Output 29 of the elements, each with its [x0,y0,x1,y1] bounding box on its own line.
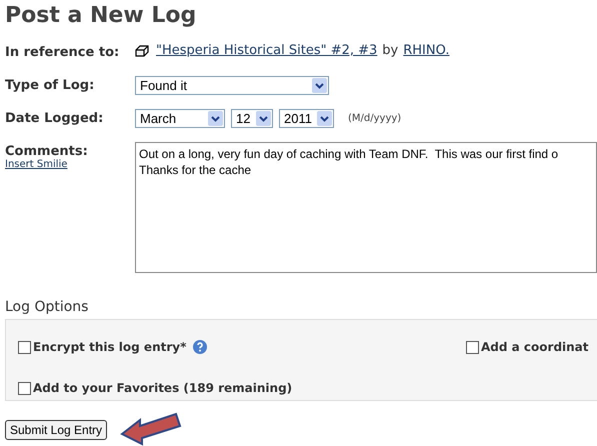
log-type-select[interactable]: Found it [135,76,329,95]
insert-smilie-link[interactable]: Insert Smilie [5,159,68,170]
checkbox[interactable] [18,382,31,394]
comments-field[interactable]: Out on a long, very fun day of caching with Team DNF. This was our first find o Thanks for the cache [135,142,597,273]
day-select[interactable]: 12 [231,109,273,128]
year-select[interactable]: 2011 [279,109,334,128]
box-icon [135,44,149,56]
page-title: Post a New Log [5,2,198,30]
cache-link[interactable]: "Hesperia Historical Sites" #2, #3 [156,43,378,58]
checkbox[interactable] [18,340,31,354]
pointer-arrow [120,410,182,446]
option-label: Encrypt this log entry* [33,340,186,354]
chevron-icon [256,111,271,126]
chevron-icon [208,111,223,126]
field-label: Date Logged: [5,110,104,126]
date-format-hint: (M/d/yyyy) [348,113,402,124]
submit-button[interactable]: Submit Log Entry [5,420,108,440]
checkbox[interactable] [466,340,479,354]
owner-link[interactable]: RHINO. [403,43,450,58]
section-title: Log Options [5,299,90,315]
field-label: Comments: [5,143,89,159]
month-select[interactable]: March [135,109,225,128]
option-label: Add to your Favorites (189 remaining) [33,381,292,395]
chevron-icon [317,111,332,126]
chevron-icon [312,78,327,93]
option-label: Add a coordinat [481,340,589,354]
field-label: Type of Log: [5,77,96,93]
field-label: In reference to: [5,44,120,60]
by-text: by [382,43,398,58]
